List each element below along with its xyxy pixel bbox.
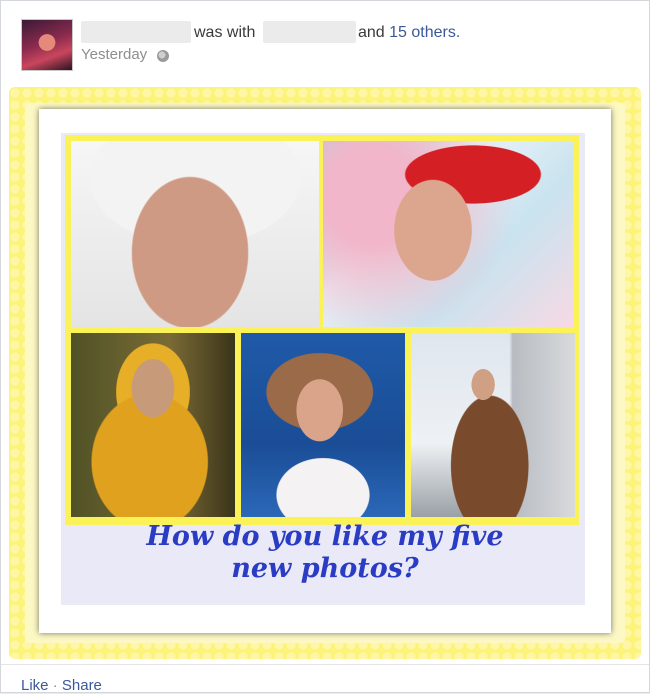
like-link[interactable]: Like	[21, 677, 49, 694]
and-others-text: and 15 others.	[358, 24, 460, 42]
globe-icon	[157, 50, 169, 62]
timestamp[interactable]: Yesterday	[81, 46, 147, 63]
post-actions: Like · Share	[21, 677, 102, 694]
redacted-author-name[interactable]	[81, 21, 191, 43]
photo-tile-4	[241, 333, 405, 517]
caption-line-2: new photos?	[231, 553, 419, 584]
share-link[interactable]: Share	[62, 677, 102, 694]
collage-caption: How do you like my five new photos?	[61, 521, 589, 585]
action-separator: ·	[52, 677, 58, 694]
footer-divider	[1, 664, 649, 665]
photo-tile-2	[323, 141, 573, 327]
was-with-text: was with	[194, 24, 256, 41]
post-card: was with and 15 others. Yesterday How do…	[0, 0, 650, 694]
collage-grid	[65, 135, 579, 525]
photo-tile-3	[71, 333, 235, 517]
photo-tile-1	[71, 141, 319, 327]
caption-line-1: How do you like my five	[146, 521, 504, 552]
and-text: and	[358, 24, 385, 41]
post-photo[interactable]: How do you like my five new photos?	[9, 87, 641, 659]
profile-avatar[interactable]	[21, 19, 73, 71]
photo-collage-card: How do you like my five new photos?	[39, 109, 611, 633]
photo-tile-5	[411, 333, 575, 517]
redacted-tagged-friend[interactable]	[263, 21, 356, 43]
others-link[interactable]: 15 others.	[389, 24, 460, 41]
